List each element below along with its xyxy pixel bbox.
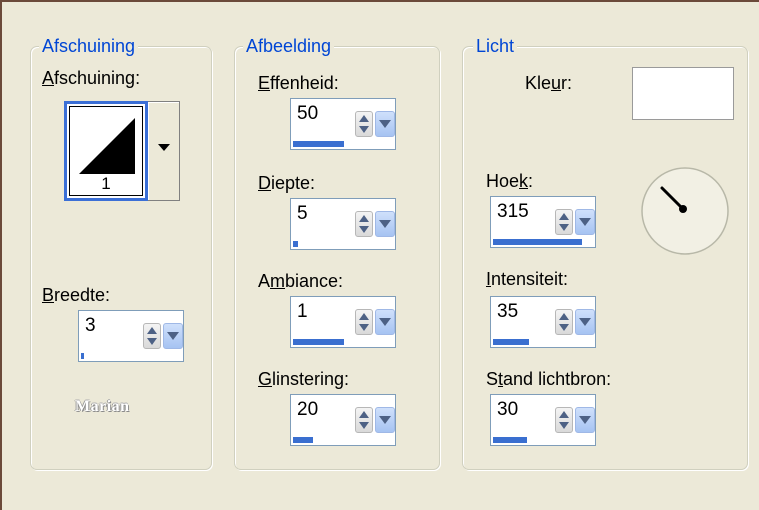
smoothness-slider-fill (293, 141, 344, 147)
elevation-spinner[interactable]: 30 (490, 394, 596, 446)
ambience-spin-arrows[interactable] (355, 309, 395, 335)
depth-slider[interactable] (293, 241, 395, 247)
shininess-value[interactable]: 20 (297, 399, 318, 421)
smoothness-field[interactable]: 50 (290, 98, 396, 150)
signature-watermark: Marian (75, 398, 130, 415)
shininess-label: Glinstering: (258, 369, 350, 389)
width-slider-fill (81, 353, 85, 359)
spin-updown-icon[interactable] (355, 309, 373, 335)
bevel-preview[interactable]: 1 (64, 101, 148, 201)
width-value[interactable]: 3 (85, 315, 96, 337)
intensity-slider[interactable] (493, 339, 595, 345)
angle-slider[interactable] (493, 239, 595, 245)
shininess-slider[interactable] (293, 437, 395, 443)
width-label: Breedte: (42, 285, 111, 305)
width-spin-arrows[interactable] (143, 323, 183, 349)
ambience-slider[interactable] (293, 339, 395, 345)
dropdown-arrow-icon[interactable] (575, 309, 595, 335)
dropdown-arrow-icon[interactable] (163, 323, 183, 349)
ambience-field[interactable]: 1 (290, 296, 396, 348)
ambience-spinner[interactable]: 1 (290, 296, 396, 348)
width-slider[interactable] (81, 353, 183, 359)
ambience-slider-fill (293, 339, 344, 345)
depth-label: Diepte: (258, 173, 316, 193)
light-color-swatch[interactable] (632, 67, 734, 120)
depth-field[interactable]: 5 (290, 198, 396, 250)
angle-spin-arrows[interactable] (555, 209, 595, 235)
ambience-label: Ambiance: (258, 271, 344, 291)
bevel-group-title: Afschuining (39, 36, 139, 56)
bevel-label: Afschuining: (42, 68, 141, 88)
color-label: Kleur: (525, 73, 573, 93)
dropdown-arrow-icon[interactable] (375, 407, 395, 433)
shininess-spinner[interactable]: 20 (290, 394, 396, 446)
dropdown-arrow-icon[interactable] (375, 309, 395, 335)
elevation-slider[interactable] (493, 437, 595, 443)
angle-field[interactable]: 315 (490, 196, 596, 248)
depth-slider-fill (293, 241, 299, 247)
light-direction-dial-icon[interactable] (640, 165, 730, 257)
elevation-spin-arrows[interactable] (555, 407, 595, 433)
bevel-triangle-icon (79, 118, 135, 174)
bevel-picker[interactable]: 1 (64, 101, 180, 201)
shininess-slider-fill (293, 437, 314, 443)
shininess-field[interactable]: 20 (290, 394, 396, 446)
intensity-field[interactable]: 35 (490, 296, 596, 348)
angle-label: Hoek: (486, 171, 534, 191)
angle-value[interactable]: 315 (497, 201, 529, 223)
elevation-label: Stand lichtbron: (486, 369, 612, 389)
spin-updown-icon[interactable] (355, 211, 373, 237)
smoothness-spin-arrows[interactable] (355, 111, 395, 137)
dropdown-arrow-icon[interactable] (575, 407, 595, 433)
width-field[interactable]: 3 (78, 310, 184, 362)
bevel-dropdown-arrow-icon[interactable] (148, 101, 180, 201)
intensity-spinner[interactable]: 35 (490, 296, 596, 348)
intensity-label: Intensiteit: (486, 269, 569, 289)
depth-spinner[interactable]: 5 (290, 198, 396, 250)
intensity-slider-fill (493, 339, 529, 345)
spin-updown-icon[interactable] (555, 209, 573, 235)
spin-updown-icon[interactable] (355, 407, 373, 433)
bevel-number: 1 (101, 174, 111, 193)
elevation-field[interactable]: 30 (490, 394, 596, 446)
image-group-title: Afbeelding (243, 36, 335, 56)
dropdown-arrow-icon[interactable] (375, 211, 395, 237)
shininess-spin-arrows[interactable] (355, 407, 395, 433)
smoothness-label: Effenheid: (258, 73, 339, 93)
angle-slider-fill (493, 239, 583, 245)
intensity-value[interactable]: 35 (497, 301, 518, 323)
spin-updown-icon[interactable] (555, 309, 573, 335)
spin-updown-icon[interactable] (143, 323, 161, 349)
elevation-slider-fill (493, 437, 527, 443)
elevation-value[interactable]: 30 (497, 399, 518, 421)
ambience-value[interactable]: 1 (297, 301, 308, 323)
width-spinner[interactable]: 3 (78, 310, 184, 362)
dropdown-arrow-icon[interactable] (575, 209, 595, 235)
spin-updown-icon[interactable] (355, 111, 373, 137)
smoothness-value[interactable]: 50 (297, 103, 318, 125)
light-group-title: Licht (473, 36, 518, 56)
smoothness-spinner[interactable]: 50 (290, 98, 396, 150)
depth-spin-arrows[interactable] (355, 211, 395, 237)
spin-updown-icon[interactable] (555, 407, 573, 433)
smoothness-slider[interactable] (293, 141, 395, 147)
dropdown-arrow-icon[interactable] (375, 111, 395, 137)
depth-value[interactable]: 5 (297, 203, 308, 225)
angle-spinner[interactable]: 315 (490, 196, 596, 248)
intensity-spin-arrows[interactable] (555, 309, 595, 335)
